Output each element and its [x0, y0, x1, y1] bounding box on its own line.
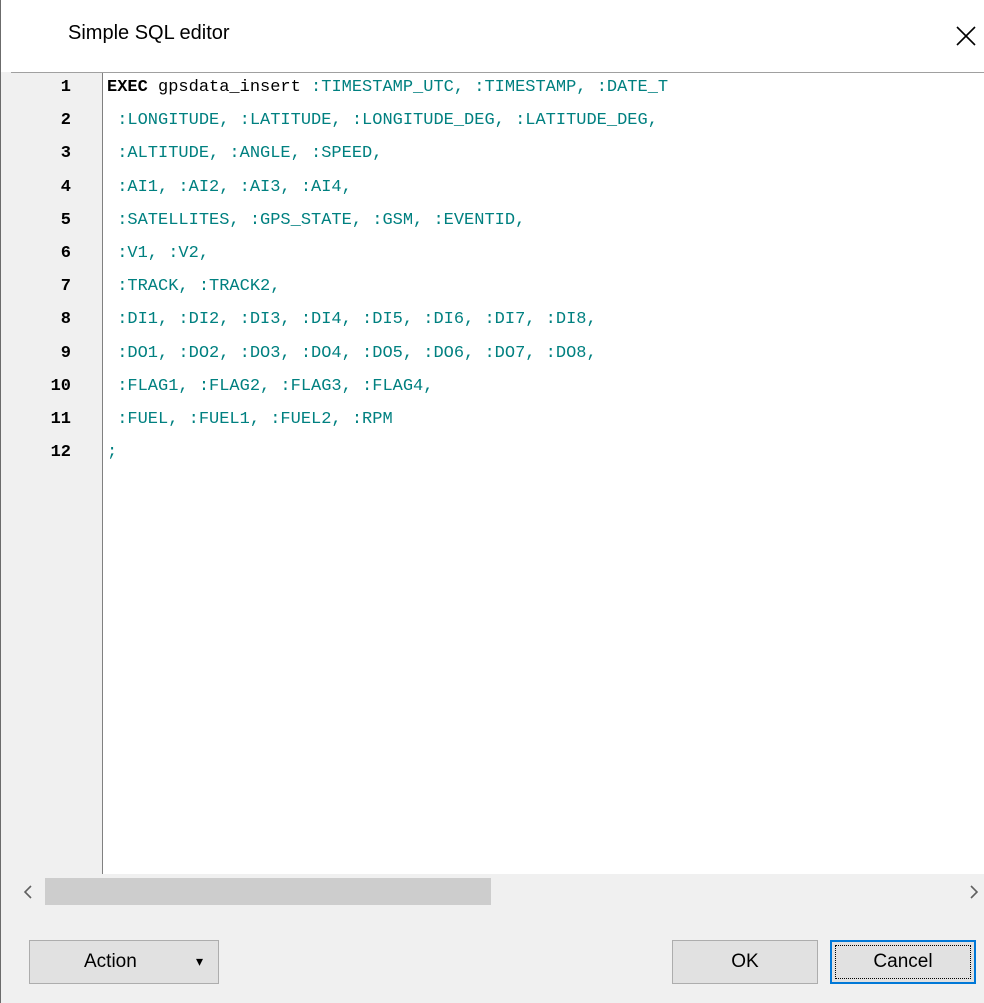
chevron-right-icon: [970, 884, 979, 899]
code-line: :SATELLITES, :GPS_STATE, :GSM, :EVENTID,: [107, 211, 525, 230]
action-button-label: Action: [84, 951, 137, 972]
sql-parameters: :ALTITUDE, :ANGLE, :SPEED,: [107, 144, 383, 164]
sql-parameters: :FLAG1, :FLAG2, :FLAG3, :FLAG4,: [107, 376, 434, 396]
line-number: 4: [60, 177, 71, 197]
close-button[interactable]: [946, 16, 984, 56]
line-number: 1: [60, 78, 71, 97]
action-dropdown-button[interactable]: Action ▾: [29, 940, 219, 984]
scrollbar-thumb[interactable]: [45, 878, 491, 905]
line-number: 2: [60, 111, 71, 131]
sql-code-editor[interactable]: 1 2 3 4 5 6 7 8 9 10 11 12 EXEC gpsdata_insert :TIM…: [11, 72, 984, 874]
sql-parameters: :V1, :V2,: [107, 244, 210, 263]
sql-keyword: EXEC: [107, 78, 148, 97]
sql-parameters: :LONGITUDE, :LATITUDE, :LONGITUDE_DEG, :…: [107, 111, 658, 131]
sql-parameters: :AI1, :AI2, :AI3, :AI4,: [107, 177, 352, 197]
gutter-divider: [102, 73, 103, 874]
line-number: 7: [60, 277, 71, 297]
cancel-button[interactable]: Cancel: [830, 940, 976, 984]
sql-parameters: :FUEL, :FUEL1, :FUEL2, :RPM: [107, 410, 393, 429]
line-number: 9: [60, 343, 71, 363]
dialog-footer: Action ▾ OK Cancel: [1, 908, 984, 1003]
line-number: 3: [60, 144, 71, 164]
sql-parameters: :DO1, :DO2, :DO3, :DO4, :DO5, :DO6, :DO7…: [107, 343, 597, 363]
code-line: :V1, :V2,: [107, 244, 209, 263]
code-line: :AI1, :AI2, :AI3, :AI4,: [107, 178, 352, 197]
line-number: 8: [60, 310, 71, 330]
code-line: :FLAG1, :FLAG2, :FLAG3, :FLAG4,: [107, 377, 433, 396]
horizontal-scrollbar[interactable]: [11, 875, 984, 908]
close-icon: [956, 26, 976, 46]
chevron-left-icon: [23, 884, 32, 899]
sql-parameters: ;: [107, 443, 118, 463]
sql-parameters: :SATELLITES, :GPS_STATE, :GSM, :EVENTID,: [107, 210, 526, 230]
line-number: 10: [50, 376, 71, 396]
code-line: :FUEL, :FUEL1, :FUEL2, :RPM: [107, 410, 393, 429]
code-line: :LONGITUDE, :LATITUDE, :LONGITUDE_DEG, :…: [107, 111, 658, 130]
line-number: 6: [60, 244, 71, 263]
code-line: :TRACK, :TRACK2,: [107, 277, 280, 296]
title-bar[interactable]: Simple SQL editor: [1, 0, 984, 72]
sql-parameters: :TIMESTAMP_UTC, :TIMESTAMP, :DATE_T: [300, 78, 669, 97]
sql-parameters: :TRACK, :TRACK2,: [107, 277, 281, 297]
caret-down-icon: ▾: [196, 954, 204, 970]
code-line: EXEC gpsdata_insert :TIMESTAMP_UTC, :TIM…: [107, 78, 668, 97]
ok-button[interactable]: OK: [672, 940, 818, 984]
focus-rectangle: [835, 945, 971, 979]
procedure-name: gpsdata_insert: [147, 78, 301, 97]
dialog-title: Simple SQL editor: [68, 22, 230, 44]
sql-parameters: :DI1, :DI2, :DI3, :DI4, :DI5, :DI6, :DI7…: [107, 310, 597, 330]
code-line: :DO1, :DO2, :DO3, :DO4, :DO5, :DO6, :DO7…: [107, 344, 597, 363]
line-number: 5: [60, 210, 71, 230]
code-line: :DI1, :DI2, :DI3, :DI4, :DI5, :DI6, :DI7…: [107, 310, 597, 329]
scroll-left-button[interactable]: [11, 875, 45, 908]
line-number: 11: [50, 410, 71, 429]
scroll-right-button[interactable]: [957, 875, 984, 908]
code-line: ;: [107, 443, 117, 462]
code-line: :ALTITUDE, :ANGLE, :SPEED,: [107, 144, 382, 163]
line-number: 12: [50, 443, 71, 463]
sql-editor-dialog: Simple SQL editor 1 2 3 4 5 6 7 8 9 10 11 12 EXEC g…: [0, 0, 984, 1003]
ok-button-label: OK: [731, 951, 759, 972]
